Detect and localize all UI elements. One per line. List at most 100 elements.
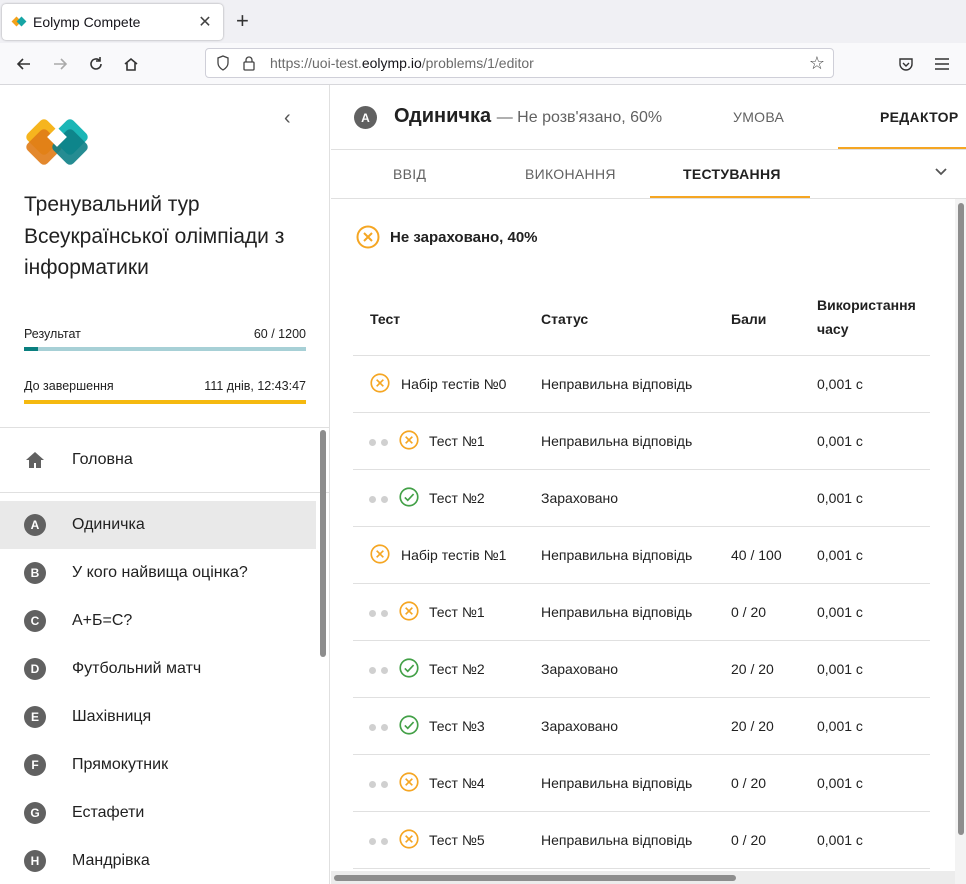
test-status: Неправильна відповідь bbox=[541, 433, 693, 449]
test-name: Тест №5 bbox=[429, 832, 485, 848]
sidebar-item-home[interactable]: Головна bbox=[0, 436, 316, 484]
active-tab-underline bbox=[838, 147, 966, 149]
sidebar-item-label: У кого найвища оцінка? bbox=[72, 564, 248, 581]
address-bar[interactable]: https://uoi-test.eolymp.io/problems/1/ed… bbox=[205, 48, 834, 78]
test-row[interactable]: Тест №4 Неправильна відповідь 0 / 20 0,001 … bbox=[353, 755, 930, 812]
back-arrow-icon[interactable] bbox=[13, 53, 35, 75]
col-score: Бали bbox=[731, 311, 767, 327]
test-row[interactable]: Тест №1 Неправильна відповідь 0 / 20 0,001 … bbox=[353, 584, 930, 641]
url-prefix: https://uoi-test. bbox=[270, 55, 362, 71]
lock-icon[interactable] bbox=[240, 54, 258, 72]
test-name: Тест №4 bbox=[429, 775, 485, 791]
test-row[interactable]: Тест №5 Неправильна відповідь 0 / 20 0,001 … bbox=[353, 812, 930, 869]
eolymp-logo-icon bbox=[26, 119, 88, 165]
collapse-sidebar-chevron-icon[interactable]: ‹ bbox=[284, 107, 291, 130]
problem-letter-badge: D bbox=[24, 658, 46, 680]
result-value: 60 / 1200 bbox=[253, 327, 306, 341]
test-time: 0,001 с bbox=[817, 775, 863, 791]
fail-icon bbox=[356, 225, 380, 249]
problem-letter-badge: E bbox=[24, 706, 46, 728]
test-score: 20 / 20 bbox=[731, 661, 774, 677]
tree-indent-dots bbox=[369, 610, 393, 617]
forward-arrow-icon[interactable] bbox=[49, 53, 71, 75]
close-tab-icon[interactable]: ✕ bbox=[197, 12, 213, 32]
test-time: 0,001 с bbox=[817, 433, 863, 449]
test-row[interactable]: Тест №1 Неправильна відповідь 0,001 с bbox=[353, 413, 930, 470]
sidebar-item-label: Шахівниця bbox=[72, 708, 152, 725]
tab-testing[interactable]: ТЕСТУВАННЯ bbox=[683, 166, 781, 182]
editor-subtabs: ВВІД ВИКОНАННЯ ТЕСТУВАННЯ bbox=[331, 150, 966, 199]
remaining-label: До завершення bbox=[24, 379, 114, 393]
reload-icon[interactable] bbox=[85, 53, 107, 75]
tab-input[interactable]: ВВІД bbox=[393, 166, 426, 182]
horizontal-scrollbar[interactable] bbox=[334, 875, 736, 881]
test-group-row[interactable]: Набір тестів №0 Неправильна відповідь 0,00… bbox=[353, 356, 930, 413]
problem-letter-badge: C bbox=[24, 610, 46, 632]
col-time-line2: часу bbox=[817, 321, 849, 337]
bookmark-star-icon[interactable]: ☆ bbox=[809, 53, 825, 74]
success-icon bbox=[399, 487, 419, 510]
test-name: Набір тестів №1 bbox=[401, 547, 507, 563]
tab-statement[interactable]: УМОВА bbox=[733, 109, 784, 125]
fail-icon bbox=[399, 772, 419, 795]
sidebar-item-problem-d[interactable]: D Футбольний матч bbox=[0, 645, 316, 693]
content-vertical-scrollbar[interactable] bbox=[958, 203, 964, 835]
menu-hamburger-icon[interactable] bbox=[931, 53, 953, 75]
sidebar-item-label: Естафети bbox=[72, 804, 145, 821]
tree-indent-dots bbox=[369, 439, 393, 446]
fail-icon bbox=[370, 373, 390, 396]
problem-name: Одиничка bbox=[394, 105, 492, 127]
success-icon bbox=[399, 715, 419, 738]
sidebar-scrollbar[interactable] bbox=[320, 430, 326, 657]
home-icon[interactable] bbox=[120, 53, 142, 75]
sidebar-item-label: А+Б=С? bbox=[72, 612, 133, 629]
test-score: 0 / 20 bbox=[731, 604, 767, 620]
sidebar-item-problem-a[interactable]: A Одиничка bbox=[0, 501, 316, 549]
test-name: Тест №2 bbox=[429, 661, 485, 677]
browser-tab[interactable]: Eolymp Compete ✕ bbox=[2, 4, 223, 40]
url-host: eolymp.io bbox=[361, 55, 422, 71]
sidebar-divider bbox=[0, 427, 329, 428]
sidebar-item-problem-b[interactable]: B У кого найвища оцінка? bbox=[0, 549, 316, 597]
sidebar-item-problem-f[interactable]: F Прямокутник bbox=[0, 741, 316, 789]
sidebar-item-problem-g[interactable]: G Естафети bbox=[0, 789, 316, 837]
sidebar: ‹ Тренувальний тур Всеукраїнської олімпі… bbox=[0, 85, 330, 884]
remaining-progress-bar bbox=[24, 400, 306, 404]
test-status: Неправильна відповідь bbox=[541, 832, 693, 848]
shield-icon[interactable] bbox=[214, 54, 232, 72]
problem-letter-badge: B bbox=[24, 562, 46, 584]
verdict-summary: Не зараховано, 40% bbox=[356, 225, 538, 249]
sidebar-item-label: Футбольний матч bbox=[72, 660, 202, 677]
result-progress-fill bbox=[24, 347, 39, 351]
test-time: 0,001 с bbox=[817, 832, 863, 848]
new-tab-button[interactable]: + bbox=[236, 10, 249, 32]
fail-icon bbox=[370, 544, 390, 567]
test-time: 0,001 с bbox=[817, 604, 863, 620]
test-name: Набір тестів №0 bbox=[401, 376, 507, 392]
test-score: 0 / 20 bbox=[731, 775, 767, 791]
fail-icon bbox=[399, 430, 419, 453]
browser-tab-strip: Eolymp Compete ✕ + bbox=[0, 0, 966, 43]
test-name: Тест №2 bbox=[429, 490, 485, 506]
active-subtab-underline bbox=[650, 196, 810, 198]
test-row[interactable]: Тест №2 Зараховано 20 / 20 0,001 с bbox=[353, 641, 930, 698]
test-status: Неправильна відповідь bbox=[541, 775, 693, 791]
test-row[interactable]: Тест №2 Зараховано 0,001 с bbox=[353, 470, 930, 527]
sidebar-item-problem-h[interactable]: H Мандрівка bbox=[0, 837, 316, 884]
tab-run[interactable]: ВИКОНАННЯ bbox=[525, 166, 616, 182]
test-time: 0,001 с bbox=[817, 718, 863, 734]
sidebar-item-label: Мандрівка bbox=[72, 852, 150, 869]
problem-letter-badge: H bbox=[24, 850, 46, 872]
test-score: 40 / 100 bbox=[731, 547, 782, 563]
sidebar-item-problem-c[interactable]: C А+Б=С? bbox=[0, 597, 316, 645]
test-group-row[interactable]: Набір тестів №1 Неправильна відповідь 40 /… bbox=[353, 527, 930, 584]
test-row[interactable]: Тест №3 Зараховано 20 / 20 0,001 с bbox=[353, 698, 930, 755]
tab-editor[interactable]: РЕДАКТОР bbox=[880, 109, 958, 125]
col-test: Тест bbox=[370, 311, 401, 327]
sidebar-item-problem-e[interactable]: E Шахівниця bbox=[0, 693, 316, 741]
chevron-down-icon[interactable] bbox=[934, 164, 948, 182]
pocket-icon[interactable] bbox=[895, 53, 917, 75]
browser-toolbar: https://uoi-test.eolymp.io/problems/1/ed… bbox=[0, 43, 966, 85]
problem-letter-badge: A bbox=[24, 514, 46, 536]
eolymp-favicon-icon bbox=[12, 15, 26, 29]
